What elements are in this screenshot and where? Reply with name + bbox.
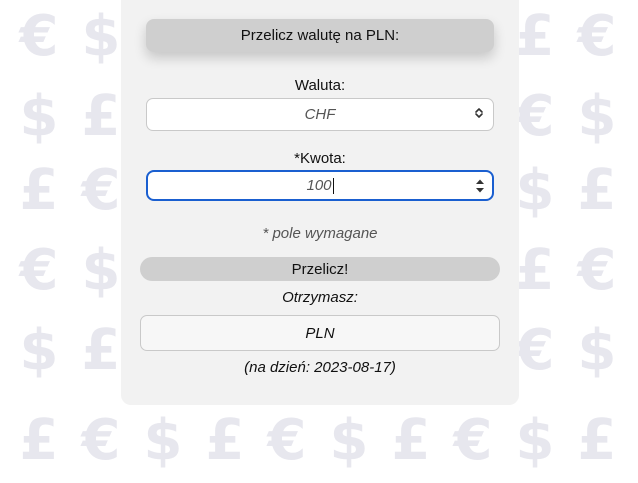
dollar-symbol: $ [19, 318, 59, 383]
amount-input[interactable]: 100 [146, 170, 494, 201]
dollar-symbol: $ [329, 408, 369, 473]
number-spinner-icon[interactable] [475, 178, 485, 194]
euro-symbol: € [81, 408, 121, 473]
chevron-up-down-icon [475, 108, 483, 118]
dollar-symbol: $ [577, 84, 617, 149]
result-field: PLN [140, 315, 500, 351]
euro-symbol: € [19, 238, 59, 303]
converter-card: Przelicz walutę na PLN: Waluta: CHF *Kwo… [121, 0, 519, 405]
currency-select-value: CHF [304, 106, 336, 123]
convert-button[interactable]: Przelicz! [140, 257, 500, 281]
currency-label: Waluta: [294, 77, 346, 94]
euro-symbol: € [267, 408, 307, 473]
euro-symbol: € [19, 4, 59, 69]
pound-symbol: £ [391, 408, 431, 473]
euro-symbol: € [577, 4, 617, 69]
pound-symbol: £ [19, 158, 59, 223]
receive-label: Otrzymasz: [282, 289, 358, 306]
euro-symbol: € [577, 238, 617, 303]
euro-symbol: € [453, 408, 493, 473]
dollar-symbol: $ [515, 408, 555, 473]
dollar-symbol: $ [19, 84, 59, 149]
currency-select[interactable]: CHF [146, 98, 494, 131]
amount-input-value: 100 [306, 177, 332, 194]
form-title: Przelicz walutę na PLN: [146, 19, 494, 52]
dollar-symbol: $ [577, 318, 617, 383]
pound-symbol: £ [577, 408, 617, 473]
pound-symbol: £ [19, 408, 59, 473]
rate-date-note: (na dzień: 2023-08-17) [244, 359, 396, 376]
pound-symbol: £ [205, 408, 245, 473]
text-caret [332, 177, 334, 194]
amount-label: *Kwota: [294, 150, 346, 167]
result-value: PLN [305, 324, 335, 342]
required-field-note: * pole wymagane [262, 225, 378, 242]
dollar-symbol: $ [143, 408, 183, 473]
pound-symbol: £ [577, 158, 617, 223]
background-symbol-row: £ € $ £ € $ £ € $ £ [8, 410, 628, 472]
